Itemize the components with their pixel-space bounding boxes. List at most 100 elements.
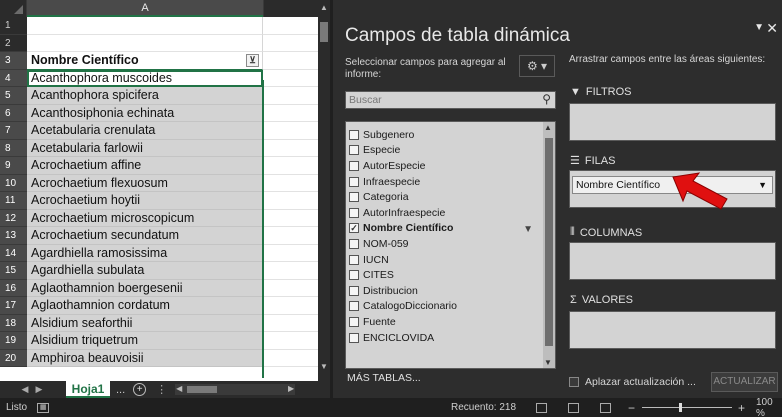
- header-cell[interactable]: Nombre Científico ⊻: [27, 52, 263, 70]
- data-cell[interactable]: Alsidium triquetrum: [27, 332, 263, 350]
- field-list-scrollbar[interactable]: ▲ ▼: [543, 122, 555, 368]
- data-cell[interactable]: Acanthophora muscoides: [27, 69, 263, 87]
- columns-drop-area[interactable]: [569, 242, 776, 280]
- empty-cell[interactable]: [263, 314, 318, 332]
- zoom-in-icon[interactable]: +: [738, 401, 745, 415]
- empty-cell[interactable]: [263, 52, 318, 70]
- row-number[interactable]: 7: [0, 122, 27, 140]
- scroll-up-icon[interactable]: ▲: [544, 123, 552, 132]
- row-number[interactable]: 3: [0, 52, 27, 70]
- empty-cell[interactable]: [263, 87, 318, 105]
- row-number[interactable]: 9: [0, 157, 27, 175]
- data-cell[interactable]: Acrochaetium microscopicum: [27, 209, 263, 227]
- field-item[interactable]: Categoria: [346, 189, 555, 205]
- empty-cell[interactable]: [263, 69, 318, 87]
- row-number[interactable]: 1: [0, 17, 27, 35]
- field-checkbox[interactable]: [349, 270, 359, 281]
- empty-cell[interactable]: [263, 297, 318, 315]
- empty-cell[interactable]: [263, 209, 318, 227]
- row-number[interactable]: 12: [0, 209, 27, 227]
- empty-cell[interactable]: [263, 227, 318, 245]
- field-checkbox[interactable]: [349, 301, 359, 312]
- data-cell[interactable]: Aglaothamnion boergesenii: [27, 279, 263, 297]
- field-item[interactable]: IUCN: [346, 252, 555, 268]
- more-sheets-button[interactable]: ...: [116, 384, 125, 396]
- empty-cell[interactable]: [263, 104, 318, 122]
- empty-cell[interactable]: [263, 244, 318, 262]
- scroll-down-icon[interactable]: ▼: [544, 358, 552, 367]
- field-checkbox[interactable]: [349, 129, 359, 140]
- empty-cell[interactable]: [263, 262, 318, 280]
- data-cell[interactable]: Acrochaetium hoytii: [27, 192, 263, 210]
- zoom-out-icon[interactable]: −: [628, 401, 635, 415]
- update-button[interactable]: ACTUALIZAR: [711, 372, 778, 392]
- field-item[interactable]: AutorEspecie: [346, 158, 555, 174]
- empty-cell[interactable]: [263, 17, 318, 35]
- data-cell[interactable]: Agardhiella subulata: [27, 262, 263, 280]
- data-cell[interactable]: Acetabularia farlowii: [27, 139, 263, 157]
- field-checkbox[interactable]: [349, 192, 359, 203]
- empty-cell[interactable]: [263, 349, 318, 367]
- data-cell[interactable]: Acanthosiphonia echinata: [27, 104, 263, 122]
- macro-record-icon[interactable]: ▦: [37, 402, 50, 413]
- chevron-down-icon[interactable]: ▼: [758, 177, 767, 193]
- field-checkbox[interactable]: [349, 254, 359, 265]
- more-tables-link[interactable]: MÁS TABLAS...: [347, 372, 421, 384]
- tab-next-icon[interactable]: ▶: [32, 384, 46, 395]
- empty-cell[interactable]: [263, 192, 318, 210]
- field-item[interactable]: ENCICLOVIDA: [346, 330, 555, 346]
- empty-cell[interactable]: [263, 174, 318, 192]
- data-cell[interactable]: Acrochaetium affine: [27, 157, 263, 175]
- column-header-a[interactable]: A: [27, 0, 263, 17]
- search-input[interactable]: Buscar ⚲: [345, 91, 556, 109]
- defer-update-option[interactable]: Aplazar actualización ...: [569, 376, 696, 388]
- field-checkbox[interactable]: [349, 238, 359, 249]
- data-cell[interactable]: Acrochaetium flexuosum: [27, 174, 263, 192]
- sheet-vertical-scrollbar[interactable]: ▲ ▼: [318, 0, 330, 381]
- field-checkbox[interactable]: [349, 207, 359, 218]
- field-checkbox[interactable]: [349, 160, 359, 171]
- data-cell[interactable]: Alsidium seaforthii: [27, 314, 263, 332]
- field-checkbox[interactable]: ✓: [349, 223, 359, 234]
- scroll-right-icon[interactable]: ▶: [288, 384, 294, 393]
- column-header-b[interactable]: [263, 0, 318, 17]
- filters-drop-area[interactable]: [569, 103, 776, 141]
- field-item[interactable]: Distribucion: [346, 283, 555, 299]
- field-item[interactable]: Infraespecie: [346, 174, 555, 190]
- field-item[interactable]: ✓ Nombre Científico ▼: [346, 221, 555, 237]
- field-checkbox[interactable]: [349, 285, 359, 296]
- row-number[interactable]: 2: [0, 34, 27, 52]
- funnel-icon[interactable]: ▼: [523, 224, 533, 235]
- empty-cell[interactable]: [263, 122, 318, 140]
- empty-cell[interactable]: [263, 34, 318, 52]
- row-number[interactable]: 17: [0, 297, 27, 315]
- field-checkbox[interactable]: [349, 145, 359, 156]
- data-cell[interactable]: Acanthophora spicifera: [27, 87, 263, 105]
- row-number[interactable]: 11: [0, 192, 27, 210]
- row-number[interactable]: 10: [0, 174, 27, 192]
- sheet-tab-hoja1[interactable]: Hoja1: [66, 381, 110, 398]
- defer-checkbox[interactable]: [569, 377, 579, 387]
- row-number[interactable]: 19: [0, 332, 27, 350]
- row-number[interactable]: 5: [0, 87, 27, 105]
- row-number[interactable]: 13: [0, 227, 27, 245]
- row-number[interactable]: 15: [0, 262, 27, 280]
- empty-cell[interactable]: [263, 279, 318, 297]
- row-number[interactable]: 8: [0, 139, 27, 157]
- zoom-slider-thumb[interactable]: [679, 403, 682, 412]
- scroll-left-icon[interactable]: ◀: [176, 384, 182, 393]
- field-checkbox[interactable]: [349, 316, 359, 327]
- field-item[interactable]: NOM-059: [346, 236, 555, 252]
- tab-split-handle[interactable]: ⋮: [156, 383, 167, 396]
- normal-view-icon[interactable]: [536, 402, 547, 413]
- data-cell[interactable]: Acetabularia crenulata: [27, 122, 263, 140]
- field-checkbox[interactable]: [349, 176, 359, 187]
- row-number[interactable]: 4: [0, 69, 27, 87]
- field-list-thumb[interactable]: [545, 138, 553, 346]
- hscroll-thumb[interactable]: [187, 386, 218, 393]
- row-number[interactable]: 18: [0, 314, 27, 332]
- row-number[interactable]: 6: [0, 104, 27, 122]
- tools-gear-button[interactable]: ⚙ ▾: [519, 55, 555, 77]
- field-checkbox[interactable]: [349, 332, 359, 343]
- page-layout-view-icon[interactable]: [568, 402, 579, 413]
